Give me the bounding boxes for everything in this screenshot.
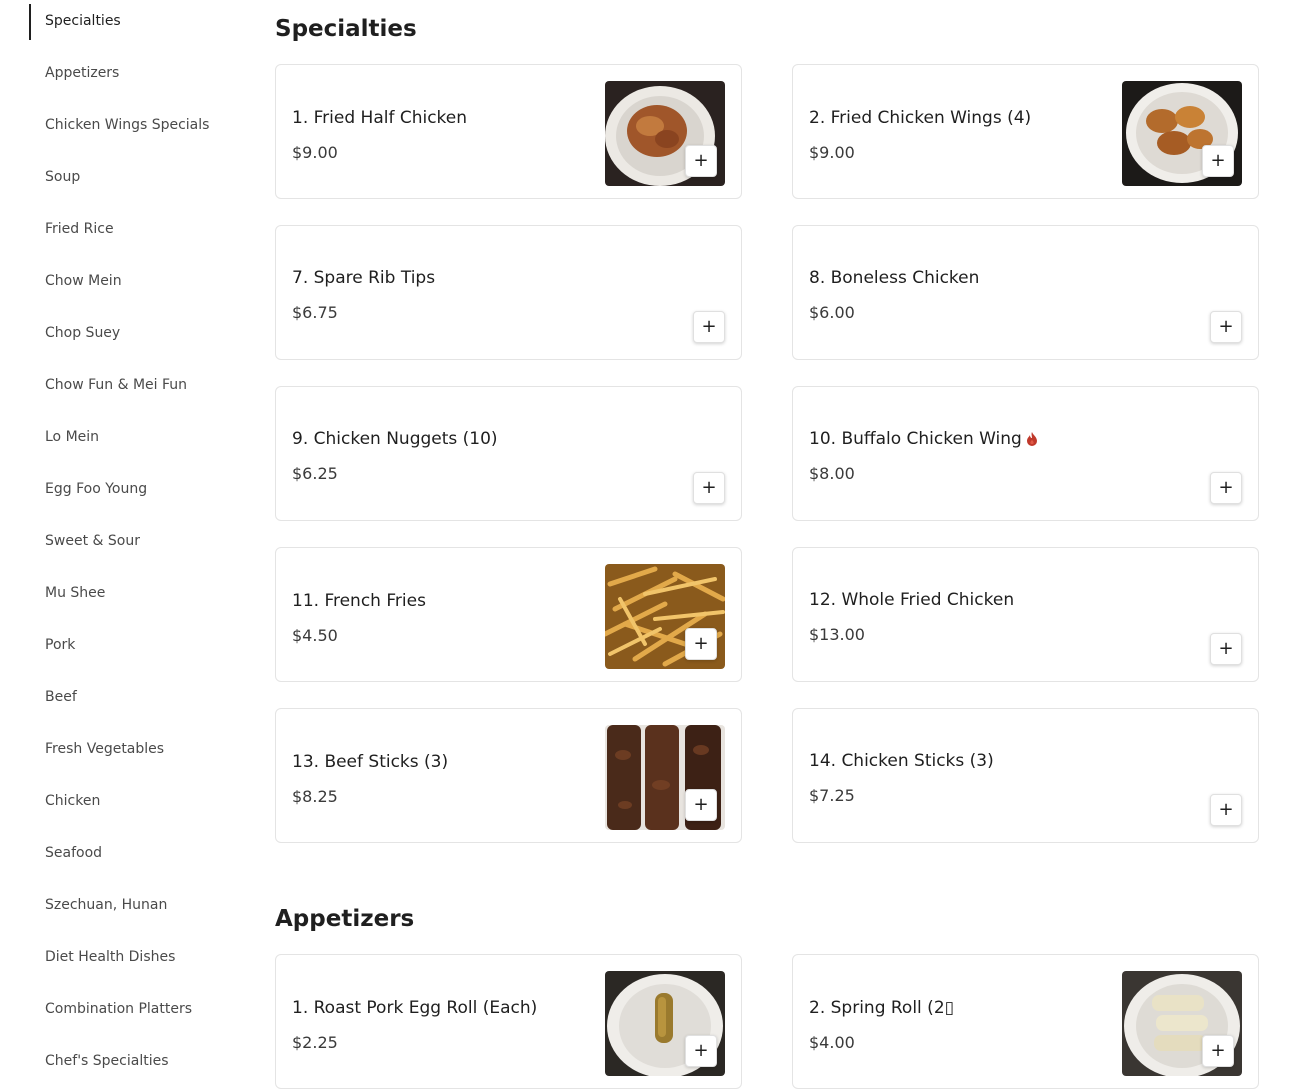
sidebar-item-soup[interactable]: Soup bbox=[45, 169, 80, 185]
menu-item-card[interactable]: 7. Spare Rib Tips $6.75 + bbox=[275, 225, 742, 360]
sidebar-item-mu-shee[interactable]: Mu Shee bbox=[45, 585, 105, 601]
section-title-appetizers: Appetizers bbox=[275, 906, 415, 932]
sidebar-item-chefs-specialties[interactable]: Chef's Specialties bbox=[45, 1053, 169, 1069]
menu-item-card[interactable]: 13. Beef Sticks (3) $8.25 + bbox=[275, 708, 742, 843]
add-to-cart-button[interactable]: + bbox=[685, 789, 717, 821]
add-to-cart-button[interactable]: + bbox=[1210, 633, 1242, 665]
menu-item-name: 9. Chicken Nuggets (10) bbox=[292, 429, 498, 449]
add-to-cart-button[interactable]: + bbox=[685, 145, 717, 177]
menu-item-card[interactable]: 2. Fried Chicken Wings (4) $9.00 + bbox=[792, 64, 1259, 199]
menu-item-name: 1. Fried Half Chicken bbox=[292, 108, 468, 128]
sidebar-item-combination-platters[interactable]: Combination Platters bbox=[45, 1001, 192, 1017]
menu-item-card[interactable]: 12. Whole Fried Chicken $13.00 + bbox=[792, 547, 1259, 682]
menu-item-name: 11. French Fries bbox=[292, 591, 426, 611]
beef-sticks-photo: + bbox=[605, 725, 725, 830]
sidebar-item-chow-fun-mei-fun[interactable]: Chow Fun & Mei Fun bbox=[45, 377, 187, 393]
menu-item-card[interactable]: 8. Boneless Chicken $6.00 + bbox=[792, 225, 1259, 360]
add-to-cart-button[interactable]: + bbox=[693, 472, 725, 504]
add-to-cart-button[interactable]: + bbox=[1210, 311, 1242, 343]
menu-item-price: $6.75 bbox=[292, 303, 338, 322]
menu-item-name: 14. Chicken Sticks (3) bbox=[809, 751, 994, 771]
menu-item-price: $6.00 bbox=[809, 303, 855, 322]
menu-item-price: $8.25 bbox=[292, 787, 338, 806]
sidebar-item-specialties[interactable]: Specialties bbox=[45, 13, 121, 29]
menu-item-name: 13. Beef Sticks (3) bbox=[292, 752, 449, 772]
sidebar-item-lo-mein[interactable]: Lo Mein bbox=[45, 429, 99, 445]
add-to-cart-button[interactable]: + bbox=[693, 311, 725, 343]
menu-item-name: 10. Buffalo Chicken Wing bbox=[809, 429, 1022, 449]
sidebar-item-sweet-sour[interactable]: Sweet & Sour bbox=[45, 533, 140, 549]
sidebar-item-chop-suey[interactable]: Chop Suey bbox=[45, 325, 120, 341]
sidebar-item-fresh-vegetables[interactable]: Fresh Vegetables bbox=[45, 741, 164, 757]
egg-roll-photo: + bbox=[605, 971, 725, 1076]
sidebar-item-diet-health-dishes[interactable]: Diet Health Dishes bbox=[45, 949, 175, 965]
sidebar-item-beef[interactable]: Beef bbox=[45, 689, 77, 705]
add-to-cart-button[interactable]: + bbox=[1202, 1035, 1234, 1067]
spring-roll-photo: + bbox=[1122, 971, 1242, 1076]
menu-item-name: 2. Fried Chicken Wings (4) bbox=[809, 108, 1032, 128]
french-fries-photo: + bbox=[605, 564, 725, 669]
menu-item-name: 2. Spring Roll (2▯ bbox=[809, 998, 954, 1018]
spicy-icon bbox=[1026, 432, 1037, 446]
add-to-cart-button[interactable]: + bbox=[685, 1035, 717, 1067]
sidebar-item-fried-rice[interactable]: Fried Rice bbox=[45, 221, 114, 237]
add-to-cart-button[interactable]: + bbox=[1202, 145, 1234, 177]
menu-item-price: $4.00 bbox=[809, 1033, 855, 1052]
sidebar-item-seafood[interactable]: Seafood bbox=[45, 845, 102, 861]
menu-item-price: $9.00 bbox=[292, 143, 338, 162]
sidebar-item-egg-foo-young[interactable]: Egg Foo Young bbox=[45, 481, 147, 497]
menu-item-name-row: 10. Buffalo Chicken Wing bbox=[809, 429, 1038, 449]
menu-item-card[interactable]: 9. Chicken Nuggets (10) $6.25 + bbox=[275, 386, 742, 521]
add-to-cart-button[interactable]: + bbox=[685, 628, 717, 660]
menu-item-card[interactable]: 2. Spring Roll (2▯ $4.00 + bbox=[792, 954, 1259, 1089]
section-title-specialties: Specialties bbox=[275, 16, 417, 42]
menu-item-price: $9.00 bbox=[809, 143, 855, 162]
menu-item-name: 7. Spare Rib Tips bbox=[292, 268, 436, 288]
sidebar-item-chicken[interactable]: Chicken bbox=[45, 793, 100, 809]
menu-item-name: 8. Boneless Chicken bbox=[809, 268, 980, 288]
menu-item-card[interactable]: 1. Roast Pork Egg Roll (Each) $2.25 + bbox=[275, 954, 742, 1089]
add-to-cart-button[interactable]: + bbox=[1210, 794, 1242, 826]
menu-item-price: $6.25 bbox=[292, 464, 338, 483]
fried-chicken-photo: + bbox=[605, 81, 725, 186]
menu-item-card[interactable]: 11. French Fries $4.50 + bbox=[275, 547, 742, 682]
menu-item-price: $7.25 bbox=[809, 786, 855, 805]
sidebar-item-chow-mein[interactable]: Chow Mein bbox=[45, 273, 122, 289]
menu-item-price: $4.50 bbox=[292, 626, 338, 645]
sidebar-item-pork[interactable]: Pork bbox=[45, 637, 75, 653]
sidebar-item-szechuan-hunan[interactable]: Szechuan, Hunan bbox=[45, 897, 167, 913]
chicken-wings-photo: + bbox=[1122, 81, 1242, 186]
menu-item-card[interactable]: 1. Fried Half Chicken $9.00 + bbox=[275, 64, 742, 199]
menu-item-price: $8.00 bbox=[809, 464, 855, 483]
menu-item-card[interactable]: 10. Buffalo Chicken Wing $8.00 + bbox=[792, 386, 1259, 521]
menu-item-card[interactable]: 14. Chicken Sticks (3) $7.25 + bbox=[792, 708, 1259, 843]
menu-item-price: $2.25 bbox=[292, 1033, 338, 1052]
active-indicator bbox=[29, 4, 31, 40]
category-sidebar: Specialties Appetizers Chicken Wings Spe… bbox=[0, 0, 240, 1086]
sidebar-item-chicken-wings-specials[interactable]: Chicken Wings Specials bbox=[45, 117, 209, 133]
menu-item-price: $13.00 bbox=[809, 625, 865, 644]
sidebar-item-appetizers[interactable]: Appetizers bbox=[45, 65, 119, 81]
add-to-cart-button[interactable]: + bbox=[1210, 472, 1242, 504]
menu-item-name: 1. Roast Pork Egg Roll (Each) bbox=[292, 998, 538, 1018]
menu-item-name: 12. Whole Fried Chicken bbox=[809, 590, 1015, 610]
